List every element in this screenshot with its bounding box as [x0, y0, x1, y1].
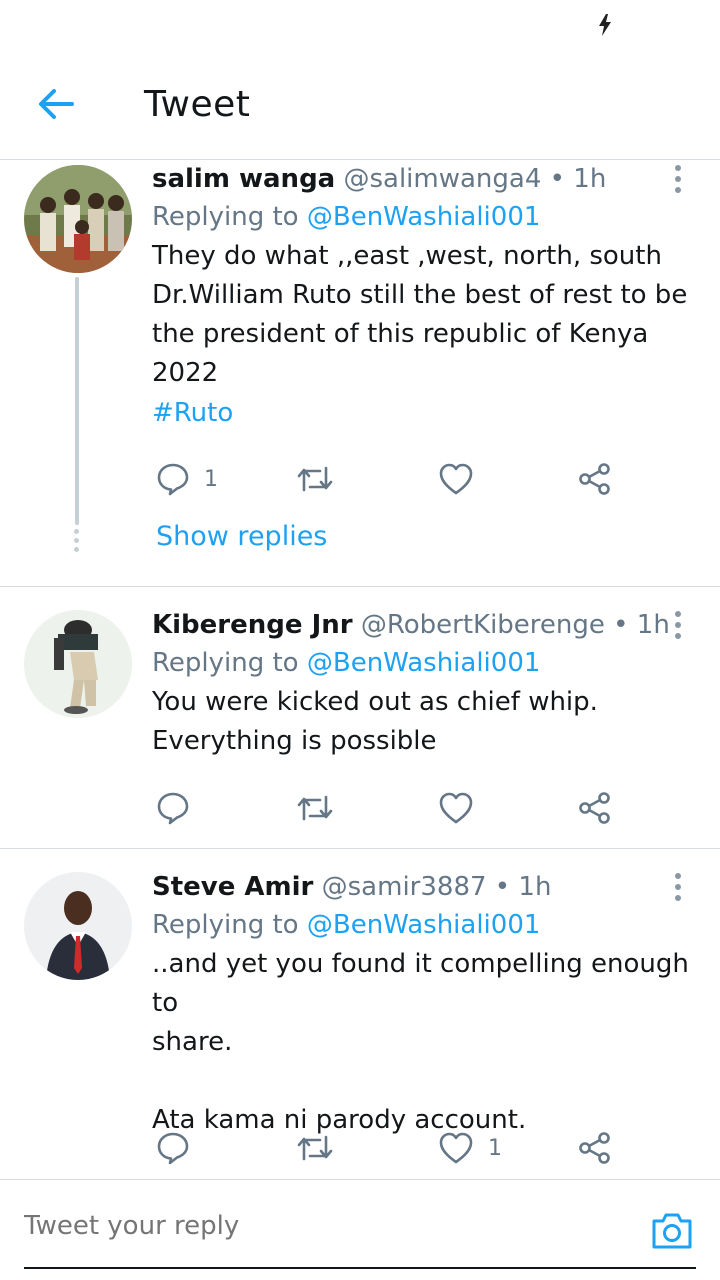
mention-link[interactable]: @BenWashiali001 [307, 910, 541, 940]
tweet-text: They do what ,,east ,west, north, south … [152, 241, 688, 388]
share-button[interactable] [578, 459, 612, 499]
app-header: Tweet [0, 50, 720, 160]
input-underline [24, 1267, 696, 1269]
lightning-bolt-icon [599, 14, 611, 36]
heart-icon [439, 792, 473, 824]
heart-icon [439, 463, 473, 495]
reply-bubble-icon [157, 792, 189, 825]
retweet-icon [297, 1135, 333, 1161]
tweet-actions [152, 788, 632, 828]
replying-to-label: Replying to [152, 910, 299, 940]
mention-link[interactable]: @BenWashiali001 [307, 648, 541, 678]
tweet-actions: 1 [152, 1128, 632, 1168]
share-button[interactable] [578, 1128, 612, 1168]
tweet[interactable]: Kiberenge Jnr @RobertKiberenge • 1h Repl… [0, 588, 720, 849]
like-button[interactable] [438, 788, 488, 828]
more-vertical-icon[interactable] [666, 873, 690, 905]
reply-count: 1 [204, 466, 218, 492]
back-button[interactable] [36, 86, 76, 122]
share-button[interactable] [578, 788, 612, 828]
replying-to: Replying to @BenWashiali001 [152, 905, 690, 945]
arrow-left-icon [39, 89, 74, 119]
tweet-header: Kiberenge Jnr @RobertKiberenge • 1h [152, 607, 690, 643]
timestamp: 1h [636, 610, 670, 640]
avatar[interactable] [24, 165, 132, 273]
avatar[interactable] [24, 872, 132, 980]
user-handle[interactable]: @RobertKiberenge [361, 610, 605, 640]
retweet-icon [297, 795, 333, 821]
user-handle[interactable]: @salimwanga4 [343, 164, 541, 194]
avatar[interactable] [24, 610, 132, 718]
tweet-header: Steve Amir @samir3887 • 1h [152, 869, 690, 905]
share-icon [579, 463, 610, 495]
tweet[interactable]: Steve Amir @samir3887 • 1h Replying to @… [0, 850, 720, 1180]
replying-to-label: Replying to [152, 648, 299, 678]
hashtag-link[interactable]: #Ruto [152, 393, 690, 433]
camera-icon [652, 1213, 692, 1249]
replying-to: Replying to @BenWashiali001 [152, 197, 690, 237]
like-count: 1 [488, 1135, 502, 1161]
retweet-button[interactable] [296, 788, 348, 828]
tweet-text: You were kicked out as chief whip. Every… [152, 687, 598, 756]
page-title: Tweet [144, 84, 251, 125]
user-handle[interactable]: @samir3887 [322, 872, 487, 902]
tweet-actions: 1 [152, 459, 632, 499]
more-vertical-icon[interactable] [666, 165, 690, 197]
tweet[interactable]: salim wanga @salimwanga4 • 1h Replying t… [0, 161, 720, 587]
replying-to-label: Replying to [152, 202, 299, 232]
separator-dot: • [549, 164, 566, 194]
reply-button[interactable] [156, 788, 204, 828]
more-vertical-icon[interactable] [666, 611, 690, 643]
show-replies-link[interactable]: Show replies [156, 521, 327, 552]
share-icon [579, 792, 610, 824]
replying-to: Replying to @BenWashiali001 [152, 643, 690, 683]
reply-button[interactable]: 1 [156, 459, 218, 499]
timestamp: 1h [573, 164, 607, 194]
camera-button[interactable] [650, 1211, 694, 1251]
retweet-icon [297, 466, 333, 492]
reply-input[interactable] [24, 1211, 624, 1241]
status-bar [0, 0, 720, 50]
thread-line [75, 277, 79, 525]
retweet-button[interactable] [296, 1128, 348, 1168]
like-button[interactable] [438, 459, 488, 499]
display-name[interactable]: Steve Amir [152, 872, 313, 902]
separator-dot: • [613, 610, 629, 640]
reply-bubble-icon [157, 1132, 189, 1165]
reply-bubble-icon [157, 463, 189, 496]
retweet-button[interactable] [296, 459, 348, 499]
mention-link[interactable]: @BenWashiali001 [307, 202, 541, 232]
separator-dot: • [494, 872, 511, 902]
share-icon [579, 1132, 610, 1164]
display-name[interactable]: salim wanga [152, 164, 335, 194]
tweet-header: salim wanga @salimwanga4 • 1h [152, 161, 690, 197]
reply-composer [0, 1181, 720, 1280]
display-name[interactable]: Kiberenge Jnr [152, 610, 353, 640]
tweet-text: ..and yet you found it compelling enough… [152, 949, 689, 1135]
like-button[interactable]: 1 [438, 1128, 502, 1168]
timestamp: 1h [518, 872, 552, 902]
heart-icon [439, 1132, 473, 1164]
thread-dots [74, 529, 80, 556]
reply-button[interactable] [156, 1128, 204, 1168]
